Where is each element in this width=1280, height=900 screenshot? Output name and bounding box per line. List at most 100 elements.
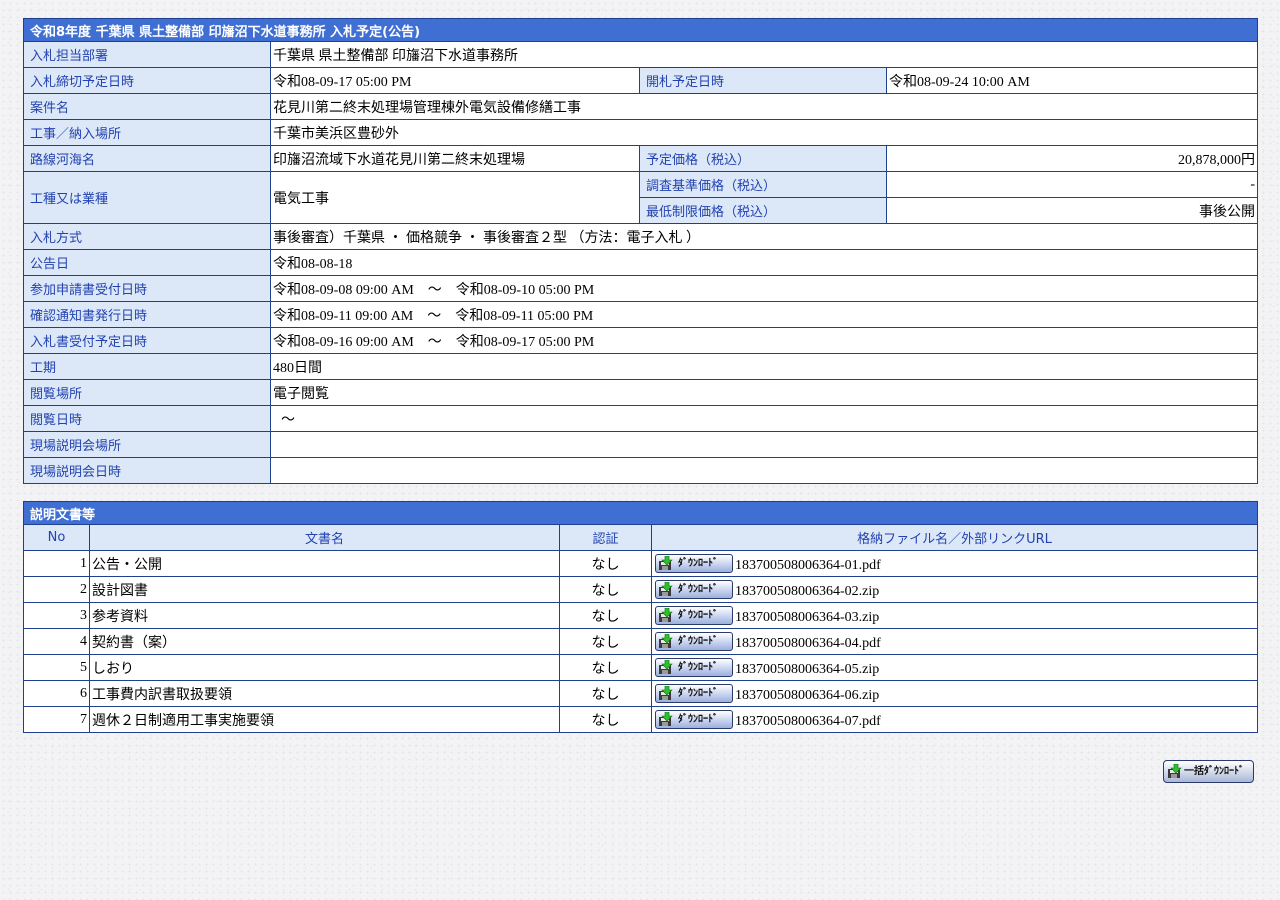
documents-title: 説明文書等 xyxy=(22,501,1259,525)
header-auth: 認証 xyxy=(559,524,652,551)
value-confirm: 令和08-09-11 09:00 AM ～ 令和08-09-11 05:00 P… xyxy=(269,301,1259,328)
label-dept: 入札担当部署 xyxy=(23,41,271,68)
download-disk-icon xyxy=(659,556,673,570)
value-bid-accept: 令和08-09-16 09:00 AM ～ 令和08-09-17 05:00 P… xyxy=(269,327,1259,354)
file-name: 183700508006364-06.zip xyxy=(735,687,880,703)
doc-file-cell: ﾀﾞｳﾝﾛｰﾄﾞ 183700508006364-05.zip xyxy=(650,654,1259,681)
download-disk-icon xyxy=(659,634,673,648)
table-row: 1 公告・公開 なし ﾀﾞｳﾝﾛｰﾄﾞ 183700508006364-01.pdf xyxy=(23,550,1259,577)
table-row: 2 設計図書 なし ﾀﾞｳﾝﾛｰﾄﾞ 183700508006364-02.zip xyxy=(23,576,1259,603)
header-file: 格納ファイル名／外部リンクURL xyxy=(650,524,1259,551)
file-name: 183700508006364-02.zip xyxy=(735,583,880,599)
file-name: 183700508006364-03.zip xyxy=(735,609,880,625)
download-button[interactable]: ﾀﾞｳﾝﾛｰﾄﾞ xyxy=(655,632,733,651)
label-min-price: 最低制限価格（税込） xyxy=(639,197,887,224)
download-disk-icon xyxy=(659,686,673,700)
label-bid-accept: 入札書受付予定日時 xyxy=(23,327,271,354)
doc-auth: なし xyxy=(559,680,652,707)
value-method: 事後審査）千葉県 ・ 価格競争 ・ 事後審査２型 （方法：電子入札 ） xyxy=(269,223,1259,250)
file-name: 183700508006364-07.pdf xyxy=(735,713,881,729)
label-view-place: 閲覧場所 xyxy=(23,379,271,406)
label-site-time: 現場説明会日時 xyxy=(23,457,271,484)
doc-name: 週休２日制適用工事実施要領 xyxy=(89,706,560,733)
doc-auth: なし xyxy=(559,602,652,629)
doc-name: 公告・公開 xyxy=(89,550,560,577)
label-survey-price: 調査基準価格（税込） xyxy=(639,171,887,198)
doc-no: 6 xyxy=(23,680,90,707)
label-deadline: 入札締切予定日時 xyxy=(23,67,271,94)
download-disk-icon xyxy=(659,712,673,726)
doc-no: 7 xyxy=(23,706,90,733)
value-opening: 令和08-09-24 10:00 AM xyxy=(885,67,1259,94)
doc-no: 3 xyxy=(23,602,90,629)
table-row: 7 週休２日制適用工事実施要領 なし ﾀﾞｳﾝﾛｰﾄﾞ 183700508006364-… xyxy=(23,706,1259,733)
doc-no: 2 xyxy=(23,576,90,603)
table-row: 6 工事費内訳書取扱要領 なし ﾀﾞｳﾝﾛｰﾄﾞ 183700508006364-06.… xyxy=(23,680,1259,707)
download-label: ﾀﾞｳﾝﾛｰﾄﾞ xyxy=(678,636,718,647)
label-period: 工期 xyxy=(23,353,271,380)
doc-name: 契約書（案） xyxy=(89,628,560,655)
download-disk-icon xyxy=(659,608,673,622)
file-name: 183700508006364-01.pdf xyxy=(735,557,881,573)
doc-no: 4 xyxy=(23,628,90,655)
download-label: ﾀﾞｳﾝﾛｰﾄﾞ xyxy=(678,584,718,595)
value-price: 20,878,000円 xyxy=(885,145,1259,172)
table-row: 4 契約書（案） なし ﾀﾞｳﾝﾛｰﾄﾞ 183700508006364-04.pdf xyxy=(23,628,1259,655)
value-category: 電気工事 xyxy=(270,171,640,224)
bulk-download-button[interactable]: 一括ﾀﾞｳﾝﾛｰﾄﾞ xyxy=(1163,760,1254,783)
download-button[interactable]: ﾀﾞｳﾝﾛｰﾄﾞ xyxy=(655,606,733,625)
value-route: 印旛沼流域下水道花見川第二終末処理場 xyxy=(270,145,640,172)
bulk-download-label: 一括ﾀﾞｳﾝﾛｰﾄﾞ xyxy=(1184,766,1244,777)
download-disk-icon xyxy=(659,660,673,674)
download-label: ﾀﾞｳﾝﾛｰﾄﾞ xyxy=(678,662,718,673)
download-button[interactable]: ﾀﾞｳﾝﾛｰﾄﾞ xyxy=(655,580,733,599)
table-row: 3 参考資料 なし ﾀﾞｳﾝﾛｰﾄﾞ 183700508006364-03.zip xyxy=(23,602,1259,629)
label-site-place: 現場説明会場所 xyxy=(23,431,271,458)
documents-table: 説明文書等 No 文書名 認証 格納ファイル名／外部リンクURL 1 公告・公開な… xyxy=(22,501,1259,733)
notice-title: 令和8年度 千葉県 県土整備部 印旛沼下水道事務所 入札予定(公告) xyxy=(22,18,1259,42)
value-location: 千葉市美浜区豊砂外 xyxy=(269,119,1259,146)
download-disk-icon xyxy=(1168,764,1182,778)
label-route: 路線河海名 xyxy=(23,145,271,172)
doc-auth: なし xyxy=(559,628,652,655)
doc-name: 設計図書 xyxy=(89,576,560,603)
value-site-place xyxy=(269,431,1259,458)
label-method: 入札方式 xyxy=(23,223,271,250)
value-min-price: 事後公開 xyxy=(885,197,1259,224)
value-view-time: ～ xyxy=(269,405,1259,432)
download-label: ﾀﾞｳﾝﾛｰﾄﾞ xyxy=(678,688,718,699)
download-disk-icon xyxy=(659,582,673,596)
label-price: 予定価格（税込） xyxy=(639,145,887,172)
doc-no: 1 xyxy=(23,550,90,577)
download-button[interactable]: ﾀﾞｳﾝﾛｰﾄﾞ xyxy=(655,554,733,573)
doc-no: 5 xyxy=(23,654,90,681)
value-period: 480日間 xyxy=(269,353,1259,380)
download-label: ﾀﾞｳﾝﾛｰﾄﾞ xyxy=(678,714,718,725)
label-location: 工事／納入場所 xyxy=(23,119,271,146)
download-label: ﾀﾞｳﾝﾛｰﾄﾞ xyxy=(678,610,718,621)
download-button[interactable]: ﾀﾞｳﾝﾛｰﾄﾞ xyxy=(655,710,733,729)
download-button[interactable]: ﾀﾞｳﾝﾛｰﾄﾞ xyxy=(655,658,733,677)
value-announce: 令和08-08-18 xyxy=(269,249,1259,276)
doc-file-cell: ﾀﾞｳﾝﾛｰﾄﾞ 183700508006364-01.pdf xyxy=(650,550,1259,577)
doc-name: しおり xyxy=(89,654,560,681)
doc-auth: なし xyxy=(559,576,652,603)
label-apply: 参加申請書受付日時 xyxy=(23,275,271,302)
download-button[interactable]: ﾀﾞｳﾝﾛｰﾄﾞ xyxy=(655,684,733,703)
doc-file-cell: ﾀﾞｳﾝﾛｰﾄﾞ 183700508006364-06.zip xyxy=(650,680,1259,707)
doc-auth: なし xyxy=(559,654,652,681)
label-opening: 開札予定日時 xyxy=(639,67,887,94)
doc-auth: なし xyxy=(559,550,652,577)
label-confirm: 確認通知書発行日時 xyxy=(23,301,271,328)
header-name: 文書名 xyxy=(89,524,560,551)
label-view-time: 閲覧日時 xyxy=(23,405,271,432)
label-category: 工種又は業種 xyxy=(23,171,271,224)
bid-notice-table: 令和8年度 千葉県 県土整備部 印旛沼下水道事務所 入札予定(公告) 入札担当部… xyxy=(22,18,1259,484)
value-project: 花見川第二終末処理場管理棟外電気設備修繕工事 xyxy=(269,93,1259,120)
value-apply: 令和08-09-08 09:00 AM ～ 令和08-09-10 05:00 P… xyxy=(269,275,1259,302)
doc-name: 参考資料 xyxy=(89,602,560,629)
doc-auth: なし xyxy=(559,706,652,733)
download-label: ﾀﾞｳﾝﾛｰﾄﾞ xyxy=(678,558,718,569)
value-dept: 千葉県 県土整備部 印旛沼下水道事務所 xyxy=(269,41,1259,68)
doc-file-cell: ﾀﾞｳﾝﾛｰﾄﾞ 183700508006364-07.pdf xyxy=(650,706,1259,733)
